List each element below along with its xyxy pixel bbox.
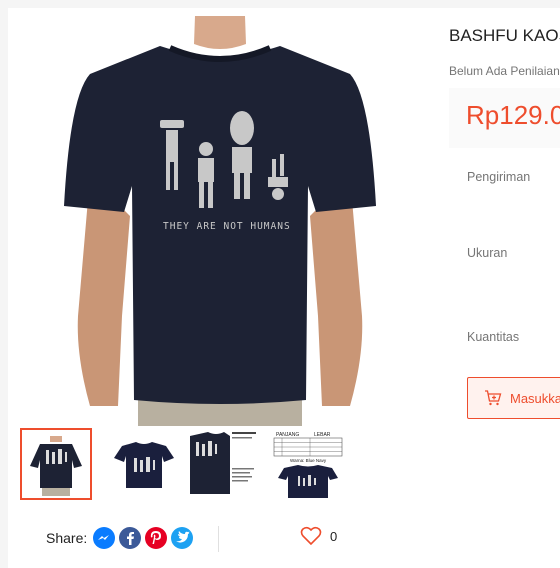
size-chart-header-left: PANJANG xyxy=(276,432,299,438)
thumbnail-strip: PANJANG LEBAR Warna: Blue Navy xyxy=(20,428,350,500)
pinterest-icon[interactable] xyxy=(145,527,168,549)
share-row: Share: xyxy=(46,526,197,550)
product-card: THEY ARE NOT HUMANS PANJANG LEBAR Warna:… xyxy=(8,8,560,568)
price-box: Rp129.0 xyxy=(449,88,560,148)
twitter-icon[interactable] xyxy=(171,527,194,549)
heart-icon xyxy=(300,526,322,546)
add-to-cart-button[interactable]: Masukka xyxy=(467,377,560,419)
messenger-icon[interactable] xyxy=(93,527,116,549)
size-chart-caption: Warna: Blue Navy xyxy=(290,458,327,463)
favorite-button[interactable]: 0 xyxy=(300,526,337,546)
rating-text: Belum Ada Penilaian xyxy=(449,64,560,78)
thumbnail-1[interactable] xyxy=(20,428,92,500)
product-price: Rp129.0 xyxy=(466,100,560,130)
thumbnail-4[interactable]: PANJANG LEBAR Warna: Blue Navy xyxy=(270,428,343,500)
share-divider xyxy=(218,526,219,552)
size-label: Ukuran xyxy=(467,246,508,260)
size-chart-header-right: LEBAR xyxy=(314,432,331,438)
favorite-count: 0 xyxy=(330,528,338,544)
shipping-label: Pengiriman xyxy=(467,170,531,184)
main-product-image[interactable]: THEY ARE NOT HUMANS xyxy=(20,16,420,426)
share-label: Share: xyxy=(46,530,88,546)
facebook-icon[interactable] xyxy=(119,527,142,549)
thumbnail-3[interactable] xyxy=(186,428,258,500)
thumbnail-2[interactable] xyxy=(108,428,180,500)
product-title: BASHFU KAOS xyxy=(449,26,560,45)
cart-plus-icon xyxy=(485,390,502,406)
shirt-print-text: THEY ARE NOT HUMANS xyxy=(163,221,291,232)
add-to-cart-label: Masukka xyxy=(510,390,560,406)
quantity-label: Kuantitas xyxy=(467,330,520,344)
